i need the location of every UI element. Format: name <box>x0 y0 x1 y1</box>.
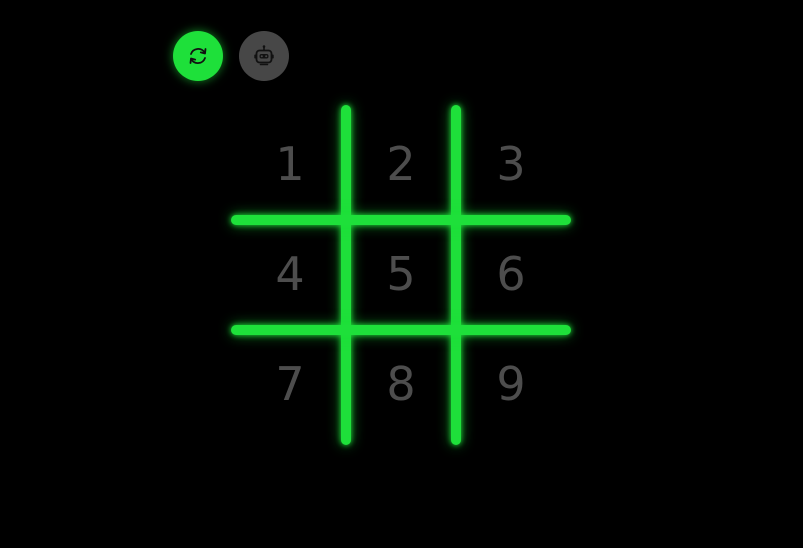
grid-line-vertical-2 <box>451 105 461 445</box>
cell-6[interactable]: 6 <box>456 219 566 329</box>
cell-8[interactable]: 8 <box>346 329 456 439</box>
cell-4[interactable]: 4 <box>235 219 345 329</box>
cell-2[interactable]: 2 <box>346 109 456 219</box>
robot-icon <box>254 45 274 66</box>
game-board: 1 2 3 4 5 6 7 8 9 <box>231 105 571 445</box>
refresh-icon <box>189 48 207 64</box>
cell-9[interactable]: 9 <box>456 329 566 439</box>
bot-button[interactable] <box>239 31 289 81</box>
grid-line-horizontal-2 <box>231 325 571 335</box>
cell-7[interactable]: 7 <box>235 329 345 439</box>
cell-5[interactable]: 5 <box>346 219 456 329</box>
grid-line-vertical-1 <box>341 105 351 445</box>
cell-1[interactable]: 1 <box>235 109 345 219</box>
grid-line-horizontal-1 <box>231 215 571 225</box>
restart-button[interactable] <box>173 31 223 81</box>
cell-3[interactable]: 3 <box>456 109 566 219</box>
